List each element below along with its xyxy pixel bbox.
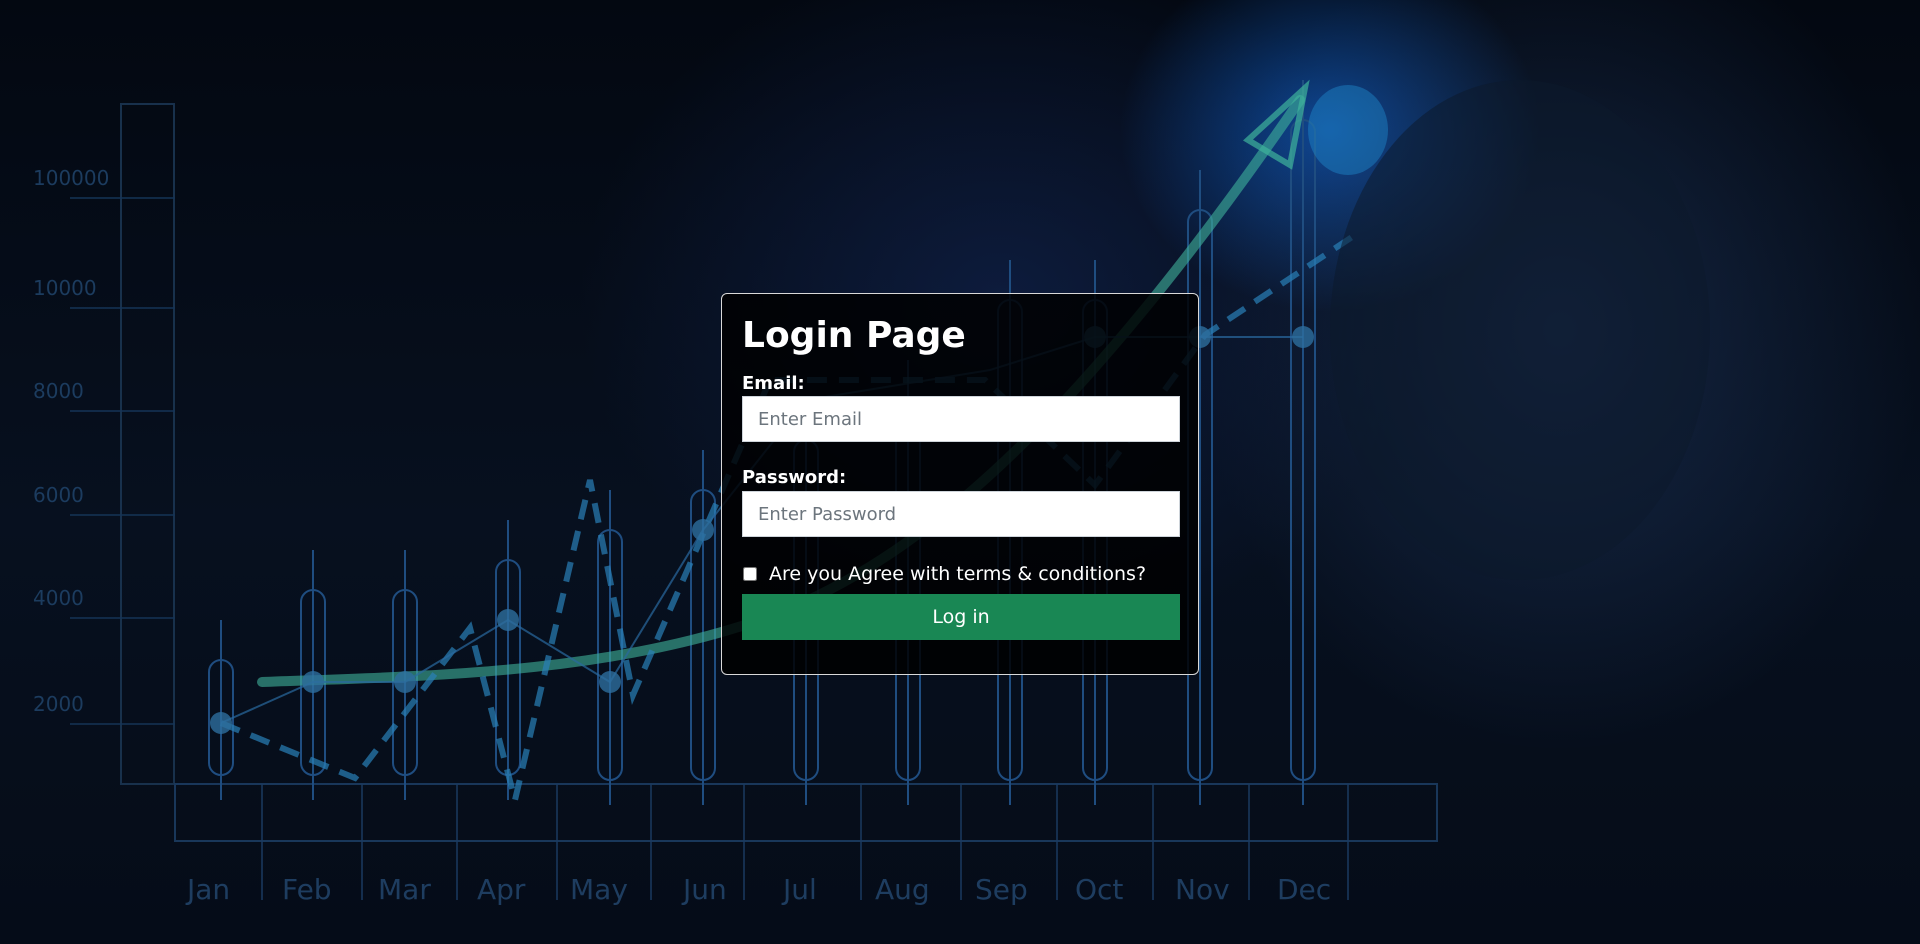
page-title: Login Page [742,315,966,356]
password-label: Password: [742,467,847,489]
x-tick-label: Jun [681,873,727,906]
data-point [210,712,232,734]
x-tick-label: Apr [477,873,526,906]
y-tick-label: 2000 [33,692,84,716]
x-tick-label: Dec [1277,873,1331,906]
data-point [599,671,621,693]
hand-silhouette [1330,80,1710,580]
data-point [394,671,416,693]
thumb-glow [1308,85,1388,175]
x-tick-label: Sep [975,873,1028,906]
terms-checkbox[interactable] [743,567,757,582]
y-tick-label: 10000 [33,276,97,300]
login-button[interactable]: Log in [742,594,1180,641]
data-point [302,671,324,693]
y-tick-label: 8000 [33,379,84,403]
terms-row: Are you Agree with terms & conditions? [742,562,1178,586]
x-tick-label: Nov [1175,873,1230,906]
x-tick-label: Jan [185,873,230,906]
x-tick-label: Aug [875,873,930,906]
data-point [692,519,714,541]
x-tick-label: Jul [781,873,817,906]
x-tick-label: May [570,873,628,906]
x-tick-label: Mar [378,873,431,906]
login-card: Login Page Email: Password: Are you Agre… [721,293,1199,675]
data-point [497,609,519,631]
y-tick-label: 100000 [33,166,109,190]
y-tick-label: 4000 [33,586,84,610]
email-field[interactable] [742,396,1180,443]
password-field[interactable] [742,491,1180,538]
email-label: Email: [742,372,805,394]
terms-label[interactable]: Are you Agree with terms & conditions? [769,563,1146,585]
x-tick-label: Feb [282,873,332,906]
y-tick-label: 6000 [33,483,84,507]
data-point [1292,326,1314,348]
x-tick-label: Oct [1075,873,1123,906]
